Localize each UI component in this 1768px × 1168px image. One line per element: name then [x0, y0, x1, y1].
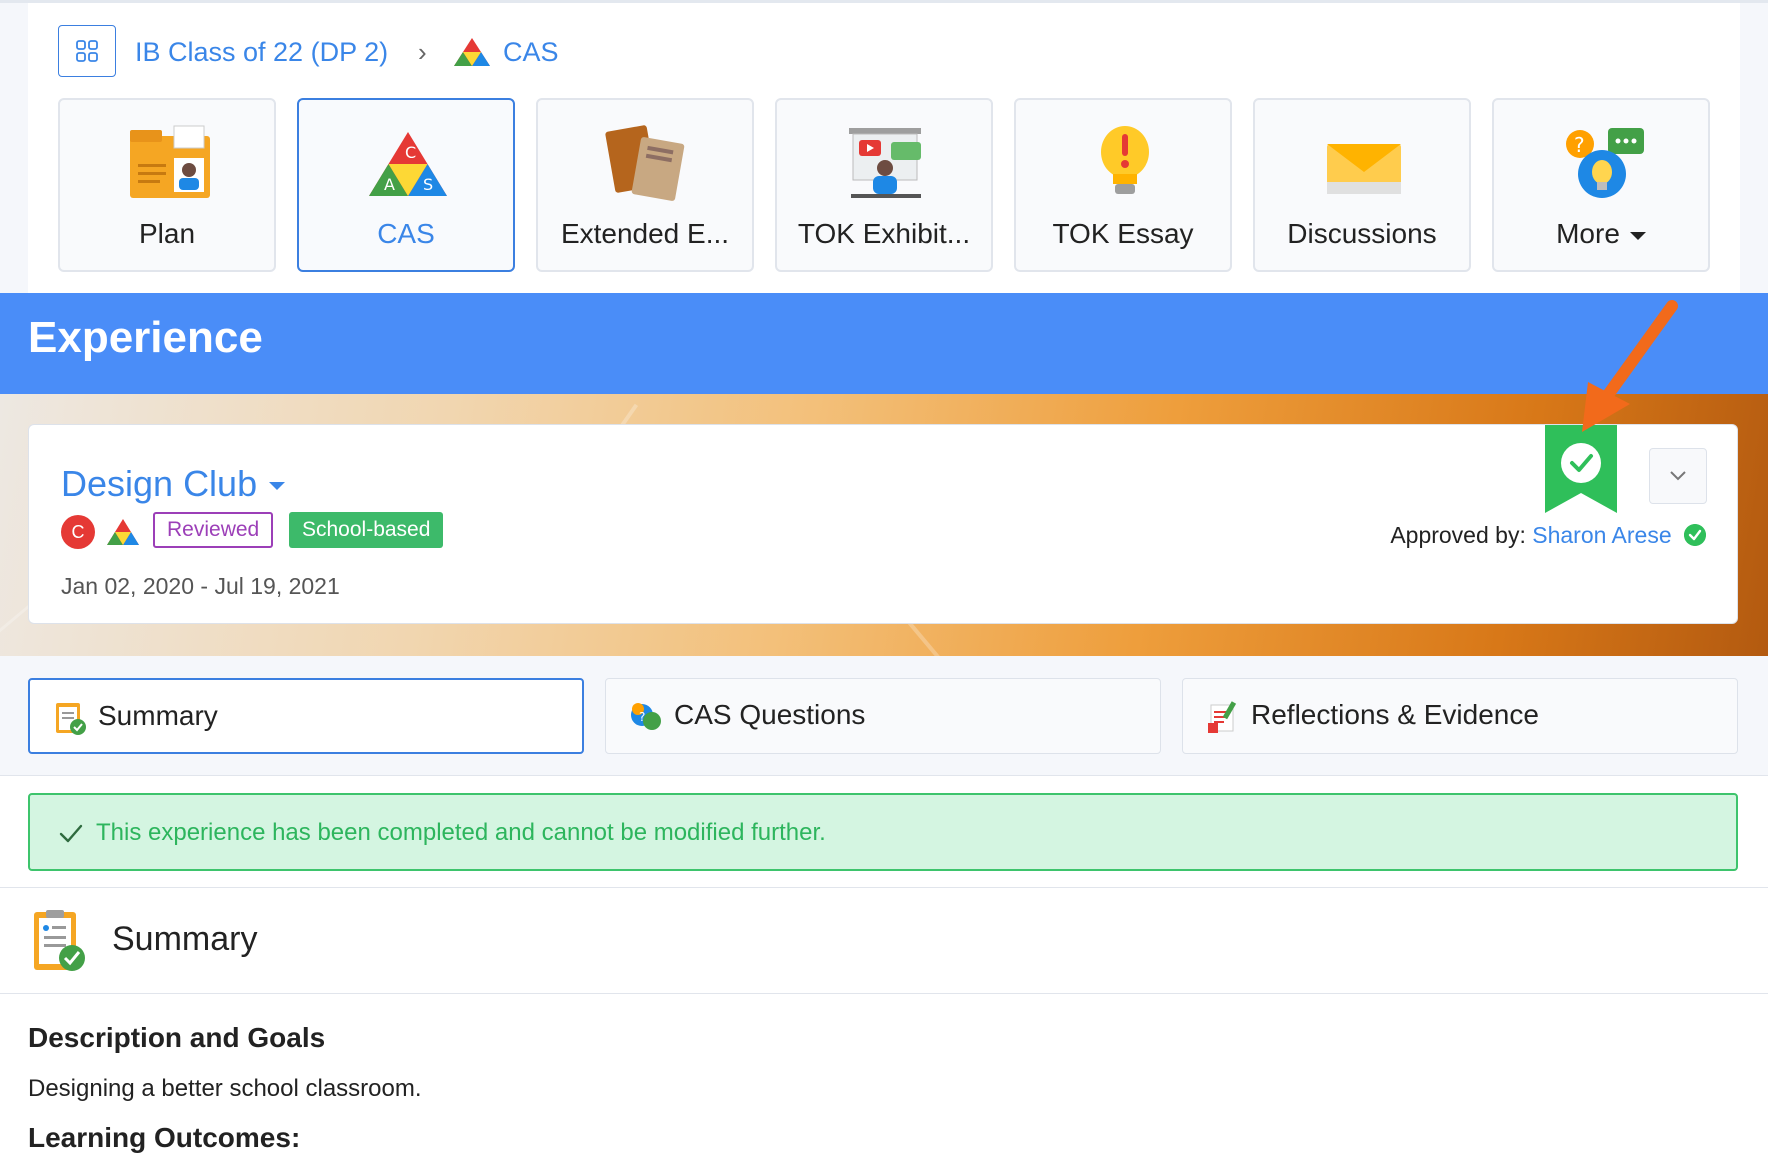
books-icon [605, 125, 685, 201]
avatar: C [61, 515, 95, 549]
experience-header-title: Experience [28, 313, 263, 362]
caret-down-icon [269, 482, 286, 491]
presentation-icon [849, 128, 921, 198]
summary-header: Summary [0, 887, 1768, 994]
grid-icon [76, 40, 98, 62]
svg-text:A: A [384, 175, 395, 194]
tile-more-label: More [1494, 218, 1708, 250]
status-badge-school-based: School-based [289, 512, 444, 548]
tile-tok-exhibition-label: TOK Exhibit... [797, 218, 971, 249]
notebook-pencil-icon [1208, 701, 1237, 733]
status-badge-reviewed: Reviewed [153, 512, 274, 548]
approved-ribbon-icon [1545, 425, 1617, 513]
cas-triangle-icon: C A S [369, 132, 447, 196]
chevron-down-icon [1670, 471, 1686, 481]
tab-cas-questions[interactable]: ? CAS Questions [605, 678, 1161, 754]
clipboard-check-icon [56, 703, 86, 735]
svg-text:S: S [423, 175, 433, 194]
annotation-arrow-icon [1582, 300, 1678, 432]
tile-discussions[interactable]: Discussions [1253, 98, 1471, 272]
experience-name: Design Club [61, 463, 258, 504]
caret-down-icon [1629, 231, 1646, 240]
approved-by-label: Approved by: [1390, 522, 1526, 548]
breadcrumb-class-link[interactable]: IB Class of 22 (DP 2) [135, 34, 388, 70]
tile-tok-essay-label: TOK Essay [1052, 218, 1194, 249]
lightbulb-icon [1101, 126, 1149, 194]
cas-logo-icon [107, 519, 139, 545]
envelope-icon [1327, 144, 1401, 194]
tab-summary[interactable]: Summary [28, 678, 584, 754]
summary-title: Summary [112, 920, 258, 958]
cas-logo-icon [454, 38, 490, 66]
tile-more-text: More [1556, 218, 1620, 249]
tile-extended-essay-label: Extended E... [560, 218, 730, 249]
question-bubbles-icon: ? [631, 703, 661, 730]
description-text: Designing a better school classroom. [28, 1075, 422, 1102]
approver-link[interactable]: Sharon Arese [1532, 522, 1671, 548]
learning-outcomes-heading: Learning Outcomes: [28, 1122, 301, 1153]
description-heading: Description and Goals [28, 1022, 326, 1053]
apps-grid-button[interactable] [58, 25, 116, 77]
experience-name-dropdown[interactable]: Design Club [61, 463, 286, 505]
check-icon [59, 824, 83, 843]
breadcrumb-separator: › [418, 37, 427, 67]
chat-bubbles-icon: ? [1566, 128, 1644, 198]
completed-alert-text: This experience has been completed and c… [96, 819, 826, 846]
completed-alert: This experience has been completed and c… [28, 793, 1738, 871]
approved-by: Approved by: Sharon Arese [1390, 522, 1706, 549]
check-circle-icon [1684, 523, 1706, 546]
svg-text:C: C [405, 143, 416, 162]
tile-cas-label: CAS [377, 218, 435, 249]
tile-tok-exhibition[interactable]: TOK Exhibit... [775, 98, 993, 272]
tab-summary-label: Summary [98, 700, 218, 731]
svg-text:?: ? [1574, 133, 1585, 157]
tile-more[interactable]: ? More [1492, 98, 1710, 272]
breadcrumb-current[interactable]: CAS [503, 34, 559, 70]
experience-header: Experience [0, 293, 1768, 394]
expand-button[interactable] [1649, 448, 1707, 504]
tile-plan[interactable]: Plan [58, 98, 276, 272]
tile-extended-essay[interactable]: Extended E... [536, 98, 754, 272]
tab-reflections-evidence-label: Reflections & Evidence [1251, 699, 1539, 730]
clipboard-check-icon [34, 910, 85, 971]
svg-text:?: ? [639, 710, 645, 724]
tile-tok-essay[interactable]: TOK Essay [1014, 98, 1232, 272]
tile-cas[interactable]: C A S CAS [297, 98, 515, 272]
tile-plan-label: Plan [138, 218, 196, 249]
experience-dates: Jan 02, 2020 - Jul 19, 2021 [61, 573, 340, 599]
tile-discussions-label: Discussions [1287, 218, 1437, 249]
folder-plan-icon [130, 125, 210, 198]
tab-reflections-evidence[interactable]: Reflections & Evidence [1182, 678, 1738, 754]
tab-cas-questions-label: CAS Questions [674, 699, 866, 730]
